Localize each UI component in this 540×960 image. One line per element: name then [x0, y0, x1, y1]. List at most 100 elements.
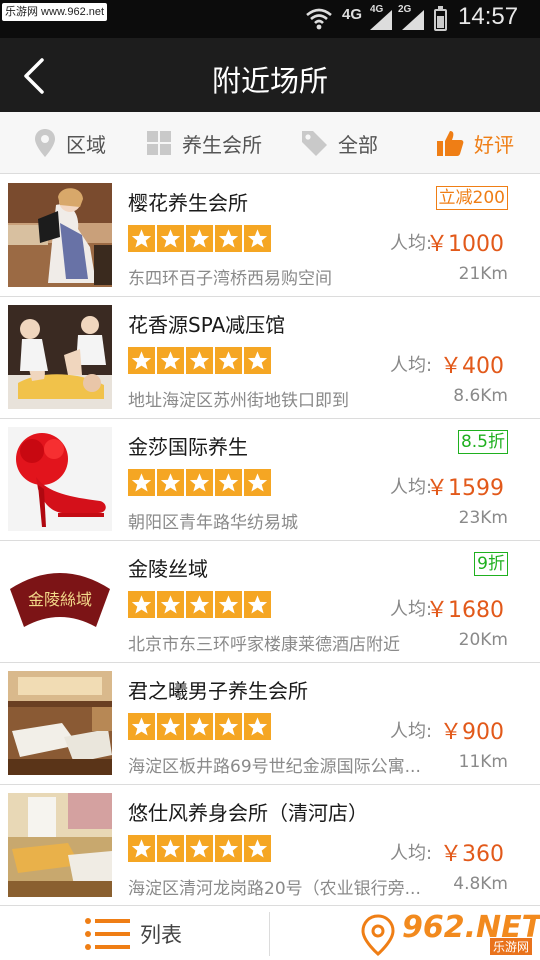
- list-icon: [85, 917, 130, 950]
- venue-distance: 11Km: [458, 752, 508, 772]
- star-icon: [215, 591, 242, 618]
- venue-price: ￥900: [440, 720, 504, 745]
- star-icon: [244, 713, 271, 740]
- signal-icon: [370, 10, 392, 30]
- star-icon: [244, 469, 271, 496]
- rating-stars: [128, 835, 273, 862]
- thumbs-up-icon: [437, 131, 464, 156]
- page-title: 附近场所: [211, 64, 328, 98]
- filter-rating-label: 好评: [474, 132, 514, 157]
- discount-badge: 9折: [474, 552, 508, 576]
- price-label: 人均:: [390, 721, 433, 742]
- watermark-badge: 乐游网 www.962.net: [2, 3, 108, 21]
- list-item[interactable]: 悠仕风养身会所（清河店） 人均: ￥360 海淀区清河龙岗路20号（农业银行旁.…: [0, 785, 540, 907]
- title-bar: 附近场所: [0, 38, 540, 112]
- venue-thumbnail: [8, 427, 112, 531]
- star-icon: [128, 713, 155, 740]
- discount-badge: 立减200: [435, 186, 508, 210]
- list-item[interactable]: 金莎国际养生 8.5折 人均: ￥1599 朝阳区青年路华纺易城 23Km: [0, 419, 540, 541]
- star-icon: [128, 591, 155, 618]
- location-pin-icon: [35, 129, 55, 157]
- list-item[interactable]: 君之曦男子养生会所 人均: ￥900 海淀区板井路69号世纪金源国际公寓... …: [0, 663, 540, 785]
- venue-distance: 23Km: [458, 508, 508, 528]
- grid-icon: [147, 131, 171, 155]
- price-label: 人均:: [390, 355, 433, 376]
- filter-rating[interactable]: 好评: [436, 112, 514, 174]
- star-icon: [215, 713, 242, 740]
- venue-name: 金莎国际养生: [128, 435, 248, 459]
- filter-category-label: 养生会所: [182, 132, 262, 157]
- star-icon: [128, 347, 155, 374]
- star-icon: [157, 713, 184, 740]
- venue-name: 君之曦男子养生会所: [128, 679, 308, 703]
- venue-distance: 20Km: [458, 630, 508, 650]
- star-icon: [244, 225, 271, 252]
- venue-name: 悠仕风养身会所（清河店）: [128, 801, 368, 825]
- star-icon: [244, 347, 271, 374]
- star-icon: [215, 835, 242, 862]
- filter-category[interactable]: 养生会所: [146, 112, 262, 174]
- star-icon: [186, 713, 213, 740]
- star-icon: [157, 347, 184, 374]
- venue-name: 花香源SPA减压馆: [128, 313, 286, 337]
- venue-price: ￥360: [440, 842, 504, 867]
- star-icon: [186, 835, 213, 862]
- filter-type-label: 全部: [338, 132, 378, 157]
- map-pin-icon[interactable]: [358, 914, 398, 956]
- star-icon: [157, 591, 184, 618]
- venue-address: 海淀区板井路69号世纪金源国际公寓...: [128, 757, 421, 777]
- venue-name: 金陵丝域: [128, 557, 208, 581]
- venue-address: 海淀区清河龙岗路20号（农业银行旁...: [128, 879, 421, 899]
- venue-distance: 8.6Km: [453, 386, 508, 406]
- venue-thumbnail: 金陵絲域: [8, 549, 112, 653]
- venue-address: 地址海淀区苏州街地铁口即到: [128, 391, 349, 411]
- rating-stars: [128, 469, 273, 496]
- star-icon: [128, 835, 155, 862]
- star-icon: [128, 225, 155, 252]
- star-icon: [215, 225, 242, 252]
- tab-divider: [269, 912, 270, 956]
- list-item[interactable]: 樱花养生会所 立减200 人均: ￥1000 东四环百子湾桥西易购空间 21Km: [0, 175, 540, 297]
- price-label: 人均:: [390, 843, 433, 864]
- venue-thumbnail: [8, 183, 112, 287]
- tab-list-view[interactable]: 列表: [84, 906, 182, 960]
- venue-address: 东四环百子湾桥西易购空间: [128, 269, 332, 289]
- venue-thumbnail: [8, 305, 112, 409]
- rating-stars: [128, 225, 273, 252]
- star-icon: [186, 591, 213, 618]
- venue-distance: 21Km: [458, 264, 508, 284]
- venue-name: 樱花养生会所: [128, 191, 248, 215]
- list-item[interactable]: 金陵絲域 金陵丝域 9折 人均: ￥1680 北京市东三环呼家楼康莱德酒店附近 …: [0, 541, 540, 663]
- discount-badge: 8.5折: [457, 430, 508, 454]
- wifi-icon: [306, 8, 332, 30]
- status-bar: 乐游网 www.962.net 4G 4G 2G 14:57: [0, 0, 540, 38]
- star-icon: [128, 469, 155, 496]
- venue-thumbnail: [8, 671, 112, 775]
- venue-distance: 4.8Km: [453, 874, 508, 894]
- venue-price: ￥1599: [426, 476, 504, 501]
- tag-icon: [302, 131, 327, 156]
- filter-area[interactable]: 区域: [34, 112, 106, 174]
- rating-stars: [128, 713, 273, 740]
- watermark-logo: 962.NET 乐游网: [402, 910, 540, 956]
- star-icon: [244, 591, 271, 618]
- star-icon: [215, 347, 242, 374]
- venue-price: ￥1680: [426, 598, 504, 623]
- star-icon: [157, 469, 184, 496]
- star-icon: [186, 469, 213, 496]
- clock: 14:57: [458, 3, 519, 30]
- star-icon: [244, 835, 271, 862]
- venue-address: 朝阳区青年路华纺易城: [128, 513, 298, 533]
- filter-type[interactable]: 全部: [300, 112, 378, 174]
- star-icon: [186, 347, 213, 374]
- rating-stars: [128, 347, 273, 374]
- tab-list-label: 列表: [140, 922, 182, 947]
- venue-price: ￥1000: [426, 232, 504, 257]
- thumbnail-logo-text: 金陵絲域: [28, 590, 92, 609]
- battery-icon: [434, 6, 447, 31]
- star-icon: [157, 835, 184, 862]
- filter-area-label: 区域: [66, 132, 106, 157]
- rating-stars: [128, 591, 273, 618]
- list-item[interactable]: 花香源SPA减压馆 人均: ￥400 地址海淀区苏州街地铁口即到 8.6Km: [0, 297, 540, 419]
- network-type-label: 4G: [342, 6, 363, 23]
